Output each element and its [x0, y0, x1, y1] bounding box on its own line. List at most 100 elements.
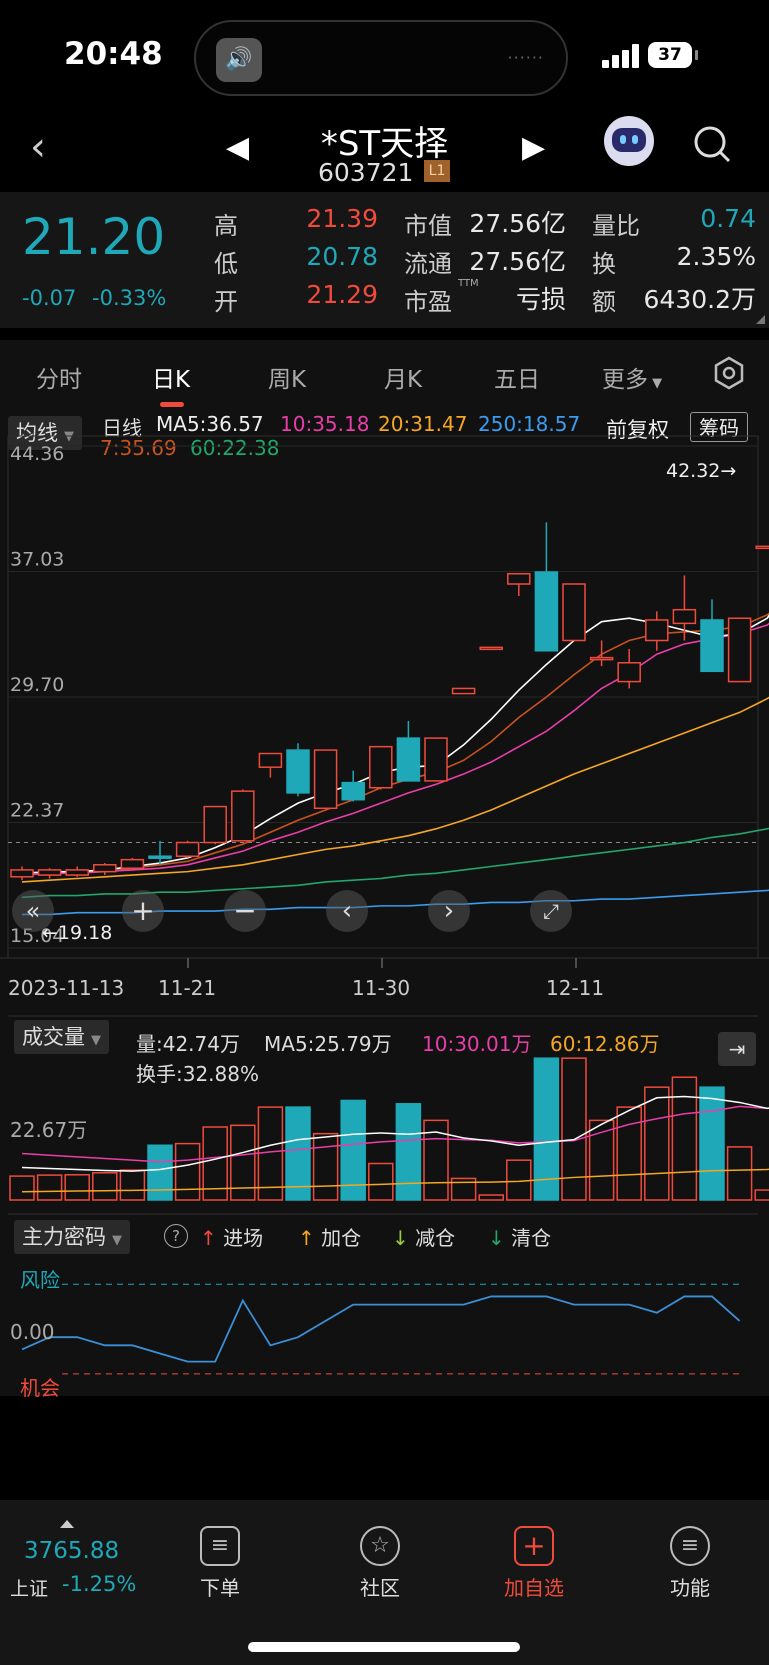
date-tick-label: 11-21 — [158, 976, 216, 1000]
candle-body — [203, 805, 227, 844]
candle-body — [589, 656, 614, 661]
volume-bar — [312, 1132, 339, 1201]
candle-body — [700, 619, 724, 673]
volume-bar — [64, 1174, 90, 1201]
price-tick-label: 22.37 — [10, 800, 64, 822]
tab-weekly[interactable]: 周K — [268, 360, 306, 394]
candle-body — [562, 583, 586, 642]
volume-bar — [699, 1086, 725, 1201]
tab-more-label: 更多 — [602, 367, 648, 393]
pe-label: 市盈 — [404, 288, 452, 316]
volume-ma10: 10:30.01万 — [422, 1032, 532, 1056]
index-value[interactable]: 3765.88 — [24, 1538, 119, 1564]
stock-nav-bar: ‹ ◀ *ST天择 603721 L1 ▶ — [0, 116, 769, 192]
candle-body — [424, 737, 448, 782]
reduce-arrow-icon: ↓ — [392, 1226, 416, 1250]
clear-arrow-icon: ↓ — [488, 1226, 512, 1250]
candle-body — [617, 662, 641, 683]
candle-body — [479, 646, 503, 651]
community-label: 社区 — [360, 1576, 400, 1600]
candle-body — [645, 619, 669, 642]
order-button[interactable]: ≡ 下单 — [180, 1526, 260, 1601]
index-change: -1.25% — [62, 1572, 137, 1596]
period-tabs: 分时 日K 周K 月K 五日 更多 ▼ — [0, 340, 769, 408]
quote-panel: 21.20 -0.07 -0.33% 高 21.39 低 20.78 开 21.… — [0, 192, 769, 328]
settings-icon[interactable] — [712, 356, 746, 390]
candle-body — [231, 790, 255, 842]
amount-label: 额 — [592, 288, 616, 316]
candle-body — [341, 781, 365, 801]
functions-label: 功能 — [670, 1576, 710, 1600]
chevron-down-icon: ▼ — [648, 376, 663, 391]
high-value: 21.39 — [306, 204, 378, 233]
chevron-down-icon: ▼ — [112, 1233, 122, 1248]
battery-icon: 37 — [648, 42, 698, 68]
zero-label: 0.00 — [10, 1320, 55, 1344]
add-arrow-icon: ↑ — [298, 1226, 322, 1250]
add-watchlist-button[interactable]: + 加自选 — [494, 1526, 574, 1601]
volume-selector-label: 成交量 — [22, 1025, 85, 1049]
price-tick-label: 44.36 — [10, 443, 64, 465]
volume-bar — [119, 1169, 146, 1201]
dynamic-island[interactable]: 🔊 ······ — [194, 20, 568, 96]
pe-value: 亏损 — [515, 285, 566, 314]
functions-button[interactable]: ≡ 功能 — [650, 1526, 730, 1601]
candle-body — [451, 687, 476, 695]
candle-body — [175, 841, 200, 857]
search-icon[interactable] — [692, 124, 732, 164]
indicator-selector[interactable]: 主力密码 ▼ — [14, 1220, 130, 1254]
help-icon[interactable]: ? — [164, 1224, 188, 1248]
chevron-down-icon: ▼ — [91, 1033, 101, 1048]
add-legend: 加仓 — [321, 1226, 362, 1250]
risk-label: 风险 — [20, 1268, 60, 1292]
expand-up-icon[interactable] — [60, 1520, 74, 1528]
turnover-value: 2.35% — [676, 242, 756, 271]
tab-daily[interactable]: 日K — [152, 360, 190, 394]
zoom-out-icon[interactable]: − — [224, 890, 266, 932]
scroll-left-icon[interactable]: ‹ — [326, 890, 368, 932]
volume-bar — [147, 1144, 173, 1201]
date-tick-label: 12-11 — [546, 976, 604, 1000]
level-badge: L1 — [424, 160, 450, 182]
turnover-rate: 换手:32.88% — [136, 1062, 259, 1086]
volume-ma5: MA5:25.79万 — [264, 1032, 392, 1056]
date-tick-label: 11-30 — [352, 976, 410, 1000]
volume-bar — [368, 1162, 394, 1201]
robot-assistant-icon[interactable] — [604, 116, 654, 166]
chance-label: 机会 — [20, 1376, 60, 1400]
next-stock-icon[interactable]: ▶ — [522, 130, 545, 165]
volume-selector[interactable]: 成交量 ▼ — [14, 1020, 109, 1054]
speaker-icon: 🔊 — [216, 38, 262, 82]
jump-latest-icon[interactable]: ⇥ — [718, 1032, 756, 1066]
high-label: 高 — [214, 212, 238, 240]
home-indicator[interactable] — [248, 1642, 520, 1652]
candle-body — [65, 869, 89, 876]
reduce-legend: 减仓 — [415, 1226, 456, 1250]
candle-body — [10, 869, 34, 878]
scroll-right-icon[interactable]: › — [428, 890, 470, 932]
date-tick-label: 2023-11-13 — [8, 976, 124, 1000]
candle-body — [286, 749, 310, 794]
tab-monthly[interactable]: 月K — [384, 360, 422, 394]
mktcap-label: 市值 — [404, 212, 452, 240]
price-tick-label: 29.70 — [10, 674, 64, 696]
tab-intraday[interactable]: 分时 — [36, 360, 82, 394]
candle-body — [37, 869, 62, 876]
indicator-selector-label: 主力密码 — [22, 1225, 106, 1249]
volume-bar — [174, 1142, 201, 1201]
order-icon: ≡ — [200, 1526, 240, 1566]
zoom-in-icon[interactable]: + — [122, 890, 164, 932]
kline-area: 均线 ▼ 日线 MA5:36.57 10:35.18 20:31.47 250:1… — [0, 408, 769, 1400]
community-button[interactable]: ☆ 社区 — [340, 1526, 420, 1601]
tab-five-day[interactable]: 五日 — [494, 360, 540, 394]
float-label: 流通 — [404, 250, 452, 278]
candle-body — [258, 752, 283, 768]
expand-corner-icon[interactable] — [756, 315, 765, 324]
clear-legend: 清仓 — [511, 1226, 552, 1250]
tab-more[interactable]: 更多 ▼ — [602, 360, 662, 394]
open-value: 21.29 — [306, 280, 378, 309]
rewind-icon[interactable]: « — [12, 890, 54, 932]
fullscreen-icon[interactable]: ⤢ — [530, 890, 572, 932]
volume-ma60: 60:12.86万 — [550, 1032, 660, 1056]
max-price-marker: 42.32→ — [666, 460, 736, 482]
